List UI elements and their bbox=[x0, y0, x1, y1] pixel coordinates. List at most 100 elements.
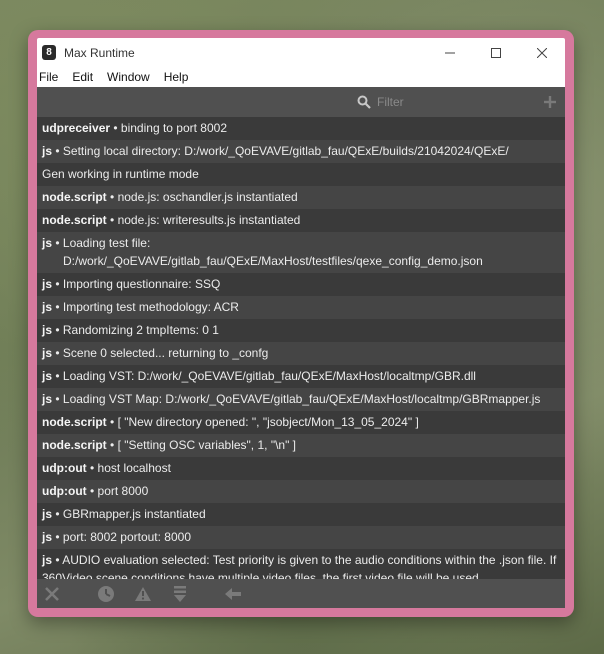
log-message: GBRmapper.js instantiated bbox=[62, 507, 206, 521]
log-row[interactable]: js • Setting local directory: D:/work/_Q… bbox=[37, 140, 565, 163]
log-message: node.js: oschandler.js instantiated bbox=[117, 190, 298, 204]
menu-help[interactable]: Help bbox=[162, 70, 195, 84]
close-button[interactable] bbox=[519, 38, 565, 67]
log-source: node.script bbox=[42, 415, 107, 429]
log-row[interactable]: js • Randomizing 2 tmpItems: 0 1 bbox=[37, 319, 565, 342]
log-source: udpreceiver bbox=[42, 121, 111, 135]
clock-icon[interactable] bbox=[95, 583, 117, 605]
log-message: binding to port 8002 bbox=[120, 121, 228, 135]
menu-bar: File Edit Window Help bbox=[37, 67, 565, 87]
log-message: Loading VST: D:/work/_QoEVAVE/gitlab_fau… bbox=[62, 369, 476, 383]
log-source: js bbox=[42, 346, 53, 360]
log-source: node.script bbox=[42, 438, 107, 452]
log-row[interactable]: node.script • [ "New directory opened: "… bbox=[37, 411, 565, 434]
log-source: node.script bbox=[42, 213, 107, 227]
log-message: Setting local directory: D:/work/_QoEVAV… bbox=[62, 144, 509, 158]
log-message: port: 8002 portout: 8000 bbox=[62, 530, 191, 544]
log-source: js bbox=[42, 300, 53, 314]
log-row[interactable]: js • Scene 0 selected... returning to _c… bbox=[37, 342, 565, 365]
console-toolbar bbox=[37, 87, 565, 117]
log-source: js bbox=[42, 553, 53, 567]
log-row[interactable]: js • Importing test methodology: ACR bbox=[37, 296, 565, 319]
log-row[interactable]: js • Loading VST Map: D:/work/_QoEVAVE/g… bbox=[37, 388, 565, 411]
log-separator: • bbox=[86, 461, 98, 475]
log-source: js bbox=[42, 530, 53, 544]
max-runtime-window: 8 Max Runtime File Edit Window Help Filt… bbox=[28, 30, 574, 617]
log-separator: • bbox=[106, 213, 118, 227]
menu-window[interactable]: Window bbox=[105, 70, 156, 84]
log-message: Loading VST Map: D:/work/_QoEVAVE/gitlab… bbox=[62, 392, 541, 406]
log-separator: • bbox=[106, 415, 118, 429]
window-title: Max Runtime bbox=[64, 45, 135, 60]
log-message: host localhost bbox=[97, 461, 171, 475]
log-row[interactable]: js • Importing questionnaire: SSQ bbox=[37, 273, 565, 296]
maximize-icon bbox=[491, 47, 501, 58]
log-message: Gen working in runtime mode bbox=[42, 167, 199, 181]
warning-icon[interactable] bbox=[132, 583, 154, 605]
console-log[interactable]: udpreceiver • binding to port 8002 js • S… bbox=[37, 117, 565, 579]
log-message: [ "New directory opened: ", "jsobject/Mo… bbox=[117, 415, 419, 429]
log-message: Scene 0 selected... returning to _confg bbox=[62, 346, 269, 360]
log-separator: • bbox=[110, 121, 121, 135]
window-controls bbox=[427, 38, 565, 67]
log-separator: • bbox=[52, 277, 63, 291]
log-source: js bbox=[42, 144, 53, 158]
log-source: js bbox=[42, 277, 53, 291]
log-message: Importing questionnaire: SSQ bbox=[62, 277, 221, 291]
search-icon bbox=[357, 95, 371, 109]
log-message: Randomizing 2 tmpItems: 0 1 bbox=[62, 323, 219, 337]
log-separator: • bbox=[86, 484, 98, 498]
log-separator: • bbox=[52, 369, 63, 383]
max-app-icon: 8 bbox=[42, 45, 56, 60]
log-message: Loading test file: bbox=[62, 236, 151, 250]
log-row[interactable]: js • AUDIO evaluation selected: Test pri… bbox=[37, 549, 565, 579]
minimize-button[interactable] bbox=[427, 38, 473, 67]
log-separator: • bbox=[106, 438, 118, 452]
log-row[interactable]: node.script • [ "Setting OSC variables",… bbox=[37, 434, 565, 457]
log-source: js bbox=[42, 507, 53, 521]
log-message: node.js: writeresults.js instantiated bbox=[117, 213, 301, 227]
log-row[interactable]: udp:out • port 8000 bbox=[37, 480, 565, 503]
log-separator: • bbox=[52, 323, 63, 337]
back-arrow-icon[interactable] bbox=[222, 583, 244, 605]
log-row[interactable]: udpreceiver • binding to port 8002 bbox=[37, 117, 565, 140]
log-separator: • bbox=[52, 144, 63, 158]
log-separator: • bbox=[52, 507, 63, 521]
log-separator: • bbox=[52, 530, 63, 544]
filter-box[interactable] bbox=[357, 94, 529, 110]
plus-icon bbox=[544, 96, 556, 108]
log-row[interactable]: node.script • node.js: oschandler.js ins… bbox=[37, 186, 565, 209]
log-row[interactable]: js • GBRmapper.js instantiated bbox=[37, 503, 565, 526]
log-row[interactable]: js • port: 8002 portout: 8000 bbox=[37, 526, 565, 549]
filter-input[interactable] bbox=[375, 94, 529, 110]
close-icon bbox=[537, 47, 547, 58]
log-separator: • bbox=[52, 346, 63, 360]
log-row[interactable]: js • Loading test file: D:/work/_QoEVAVE/… bbox=[37, 232, 565, 273]
log-message-continued: D:/work/_QoEVAVE/gitlab_fau/QExE/MaxHost… bbox=[63, 254, 483, 268]
minimize-icon bbox=[445, 52, 455, 53]
log-message: [ "Setting OSC variables", 1, "\n" ] bbox=[117, 438, 297, 452]
log-source: js bbox=[42, 323, 53, 337]
log-separator: • bbox=[52, 300, 63, 314]
add-button[interactable] bbox=[539, 91, 561, 113]
log-source: js bbox=[42, 369, 53, 383]
log-source: js bbox=[42, 392, 53, 406]
console-bottom-bar bbox=[37, 579, 565, 608]
menu-file[interactable]: File bbox=[37, 70, 64, 84]
log-row[interactable]: js • Loading VST: D:/work/_QoEVAVE/gitla… bbox=[37, 365, 565, 388]
log-separator: • bbox=[52, 553, 63, 567]
title-bar[interactable]: 8 Max Runtime bbox=[37, 38, 565, 67]
menu-edit[interactable]: Edit bbox=[70, 70, 99, 84]
log-separator: • bbox=[52, 236, 63, 250]
clear-icon[interactable] bbox=[41, 583, 63, 605]
log-source: js bbox=[42, 236, 53, 250]
scroll-down-icon[interactable] bbox=[169, 583, 191, 605]
log-message: Importing test methodology: ACR bbox=[62, 300, 239, 314]
log-source: udp:out bbox=[42, 484, 87, 498]
log-separator: • bbox=[52, 392, 63, 406]
log-row[interactable]: node.script • node.js: writeresults.js i… bbox=[37, 209, 565, 232]
log-row[interactable]: Gen working in runtime mode bbox=[37, 163, 565, 186]
maximize-button[interactable] bbox=[473, 38, 519, 67]
log-message: AUDIO evaluation selected: Test priority… bbox=[42, 553, 557, 579]
log-row[interactable]: udp:out • host localhost bbox=[37, 457, 565, 480]
